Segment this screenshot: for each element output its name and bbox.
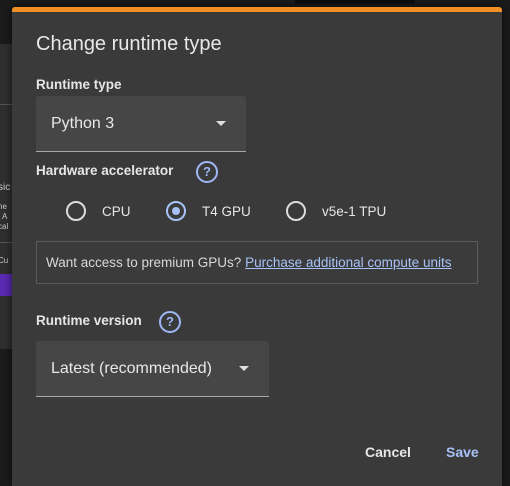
- purchase-compute-units-link[interactable]: Purchase additional compute units: [245, 255, 451, 270]
- dialog-accent-bar: [12, 7, 502, 12]
- triangle-down-icon: [216, 121, 226, 126]
- cancel-button[interactable]: Cancel: [365, 444, 411, 460]
- runtime-type-label: Runtime type: [36, 77, 122, 92]
- question-circle-icon[interactable]: ?: [196, 161, 218, 183]
- dialog-title: Change runtime type: [36, 33, 222, 55]
- background-purple-button: [0, 274, 12, 296]
- background-text-fragment: sic: [0, 182, 11, 193]
- background-divider: [0, 242, 12, 243]
- change-runtime-dialog: Change runtime type Runtime type Python …: [12, 7, 502, 486]
- background-text-fragment: t A: [0, 212, 8, 221]
- premium-gpu-text: Want access to premium GPUs? Purchase ad…: [46, 255, 451, 270]
- premium-gpu-question: Want access to premium GPUs?: [46, 255, 242, 270]
- background-top-strip: [295, 0, 415, 4]
- save-button[interactable]: Save: [446, 444, 479, 460]
- background-text-fragment: Cu: [0, 256, 9, 265]
- runtime-version-value: Latest (recommended): [51, 360, 212, 377]
- runtime-type-select[interactable]: Python 3: [36, 96, 246, 152]
- radio-label: v5e-1 TPU: [322, 204, 387, 219]
- radio-label: T4 GPU: [202, 204, 251, 219]
- runtime-version-label: Runtime version: [36, 313, 142, 328]
- hardware-accelerator-label: Hardware accelerator: [36, 163, 174, 178]
- triangle-down-icon: [239, 366, 249, 371]
- runtime-type-value: Python 3: [51, 115, 115, 132]
- radio-circle-icon: [166, 201, 186, 221]
- background-text-fragment: cal: [0, 222, 9, 231]
- background-text-fragment: he: [0, 202, 7, 211]
- runtime-version-select[interactable]: Latest (recommended): [36, 341, 269, 397]
- radio-circle-icon: [66, 201, 86, 221]
- background-panel: sic he t A cal Cu: [0, 44, 12, 349]
- radio-label: CPU: [102, 204, 131, 219]
- background-divider: [0, 104, 12, 105]
- question-circle-icon[interactable]: ?: [159, 311, 181, 333]
- premium-gpu-notice: Want access to premium GPUs? Purchase ad…: [36, 241, 478, 284]
- radio-circle-icon: [286, 201, 306, 221]
